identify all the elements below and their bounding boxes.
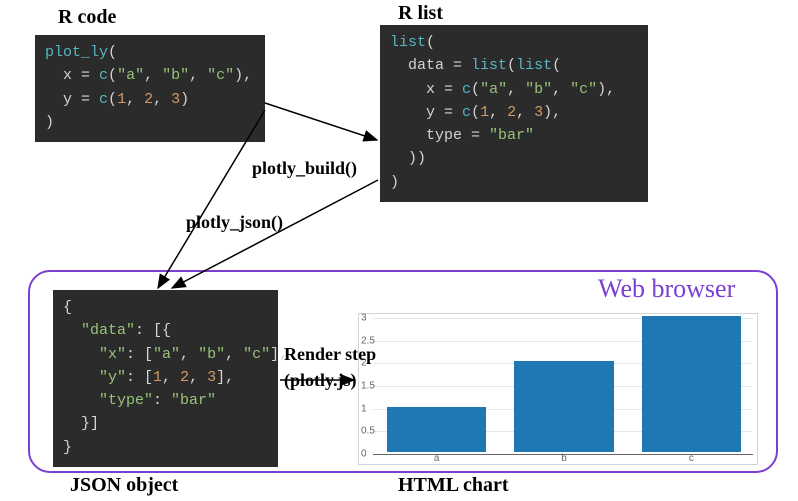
codebox-r-list: list( data = list(list( x = c("a", "b", … [380, 25, 648, 202]
chart-x-tick: b [561, 453, 567, 464]
label-plotly-build: plotly_build() [252, 158, 357, 179]
chart-x-tick: c [689, 453, 694, 464]
chart-bar [387, 407, 486, 452]
label-plotly-json: plotly_json() [186, 212, 283, 233]
heading-r-code: R code [58, 6, 116, 29]
chart-bar [514, 361, 613, 452]
chart-y-tick: 3 [361, 313, 367, 324]
chart-y-tick: 1.5 [361, 381, 375, 392]
heading-json-object: JSON object [70, 474, 178, 497]
chart-y-tick: 0 [361, 449, 367, 460]
chart-y-tick: 1 [361, 403, 367, 414]
label-plotlyjs: (plotly.js) [284, 370, 357, 391]
label-render-step: Render step [284, 344, 376, 365]
chart-x-tick: a [434, 453, 440, 464]
chart-y-tick: 0.5 [361, 426, 375, 437]
heading-html-chart: HTML chart [398, 474, 509, 497]
web-browser-label: Web browser [598, 274, 735, 304]
chart-bar [642, 316, 741, 452]
heading-r-list: R list [398, 2, 443, 25]
html-chart: 00.511.522.53abc [358, 313, 758, 465]
codebox-r-code: plot_ly( x = c("a", "b", "c"), y = c(1, … [35, 35, 265, 142]
